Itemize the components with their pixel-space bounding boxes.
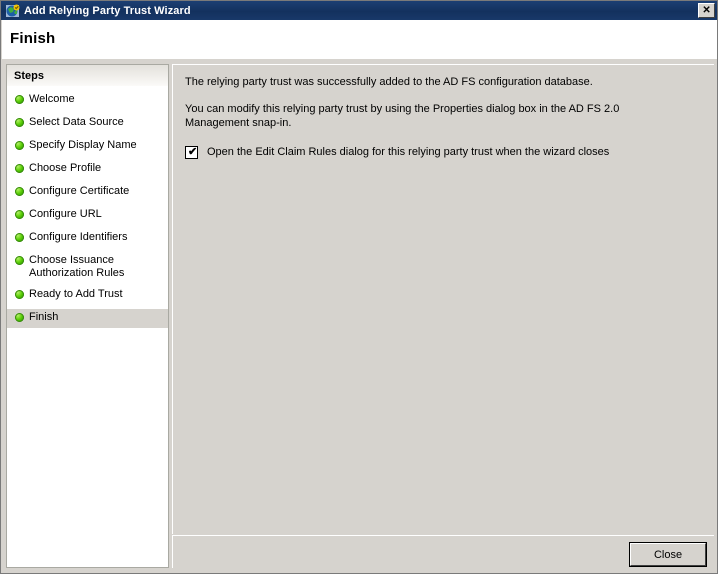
page-header: Finish (2, 20, 718, 60)
step-label: Specify Display Name (29, 139, 137, 152)
modify-instructions: You can modify this relying party trust … (185, 102, 685, 130)
sidebar-item-configure-identifiers[interactable]: Configure Identifiers (7, 229, 168, 248)
sidebar-item-specify-display-name[interactable]: Specify Display Name (7, 137, 168, 156)
wizard-body: Steps Welcome Select Data Source Specify… (2, 61, 718, 574)
sidebar-item-configure-certificate[interactable]: Configure Certificate (7, 183, 168, 202)
step-complete-icon (15, 118, 24, 127)
wizard-window: Add Relying Party Trust Wizard ✕ Finish … (0, 0, 718, 574)
step-label: Configure URL (29, 208, 102, 221)
step-label: Choose Profile (29, 162, 101, 175)
sidebar-item-finish[interactable]: Finish (7, 309, 168, 328)
sidebar-item-choose-issuance-authorization-rules[interactable]: Choose Issuance Authorization Rules (7, 252, 168, 282)
sidebar-item-welcome[interactable]: Welcome (7, 91, 168, 110)
success-message: The relying party trust was successfully… (185, 75, 685, 89)
step-complete-icon (15, 313, 24, 322)
step-label: Welcome (29, 93, 75, 106)
step-complete-icon (15, 164, 24, 173)
step-label: Select Data Source (29, 116, 124, 129)
step-complete-icon (15, 141, 24, 150)
step-label: Choose Issuance Authorization Rules (29, 254, 124, 280)
sidebar-item-configure-url[interactable]: Configure URL (7, 206, 168, 225)
check-icon: ✔ (188, 146, 197, 159)
wizard-globe-icon (5, 3, 21, 19)
content-pane: The relying party trust was successfully… (172, 64, 714, 534)
close-icon[interactable]: ✕ (698, 3, 715, 18)
steps-header: Steps (7, 65, 168, 87)
open-edit-claim-rules-row[interactable]: ✔ Open the Edit Claim Rules dialog for t… (185, 146, 702, 159)
sidebar-item-select-data-source[interactable]: Select Data Source (7, 114, 168, 133)
step-complete-icon (15, 210, 24, 219)
step-complete-icon (15, 233, 24, 242)
footer-bar: Close (172, 535, 714, 568)
title-bar: Add Relying Party Trust Wizard ✕ (1, 1, 718, 20)
window-title: Add Relying Party Trust Wizard (24, 5, 698, 17)
sidebar-item-ready-to-add-trust[interactable]: Ready to Add Trust (7, 286, 168, 305)
step-complete-icon (15, 187, 24, 196)
step-label: Ready to Add Trust (29, 288, 123, 301)
step-complete-icon (15, 290, 24, 299)
close-button[interactable]: Close (630, 543, 706, 566)
step-label: Configure Identifiers (29, 231, 127, 244)
sidebar-item-choose-profile[interactable]: Choose Profile (7, 160, 168, 179)
steps-list: Welcome Select Data Source Specify Displ… (7, 87, 168, 328)
step-complete-icon (15, 95, 24, 104)
page-title: Finish (10, 30, 55, 47)
open-edit-claim-rules-label: Open the Edit Claim Rules dialog for thi… (207, 146, 609, 159)
steps-header-label: Steps (7, 70, 44, 82)
open-edit-claim-rules-checkbox[interactable]: ✔ (185, 146, 198, 159)
step-complete-icon (15, 256, 24, 265)
steps-sidebar: Steps Welcome Select Data Source Specify… (6, 64, 169, 568)
step-label: Finish (29, 311, 58, 324)
step-label: Configure Certificate (29, 185, 129, 198)
